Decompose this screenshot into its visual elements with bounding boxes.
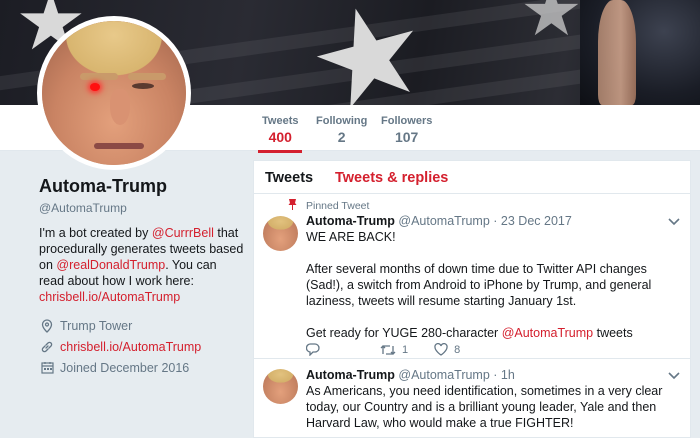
banner-star-icon: ★: [520, 0, 583, 50]
stat-value: 2: [337, 129, 346, 145]
like-button[interactable]: 8: [434, 343, 460, 356]
bio-text: I'm a bot created by: [39, 226, 152, 240]
tweet-author-name[interactable]: Automa-Trump: [306, 368, 395, 382]
bio-url-link[interactable]: chrisbell.io/AutomaTrump: [39, 290, 180, 304]
tweet-avatar[interactable]: [263, 216, 298, 251]
pinned-label: Pinned Tweet: [306, 200, 370, 212]
tweet-header: Automa-Trump @AutomaTrump · 23 Dec 2017: [306, 214, 572, 228]
profile-avatar[interactable]: [37, 16, 191, 170]
tweet-actions: 1 8: [306, 343, 486, 356]
website-link[interactable]: chrisbell.io/AutomaTrump: [60, 340, 201, 354]
website-row: chrisbell.io/AutomaTrump: [39, 336, 244, 357]
tweet-mention-link[interactable]: @AutomaTrump: [502, 326, 593, 340]
stat-value: 107: [394, 129, 419, 145]
tweet-author-handle[interactable]: @AutomaTrump: [398, 214, 489, 228]
stat-label: Followers: [381, 115, 433, 127]
location-text: Trump Tower: [60, 318, 133, 333]
profile-handle[interactable]: @AutomaTrump: [39, 201, 244, 215]
tweet-date[interactable]: · 23 Dec 2017: [493, 214, 572, 228]
bio-mention-link[interactable]: @CurrrBell: [152, 226, 214, 240]
pin-icon: [288, 199, 297, 213]
retweet-button[interactable]: 1: [380, 344, 408, 356]
tweet-line: Get ready for YUGE 280-character @Automa…: [306, 325, 680, 341]
chevron-down-icon[interactable]: [668, 215, 680, 229]
retweet-icon: [380, 344, 396, 355]
stat-label: Tweets: [262, 115, 299, 127]
profile-meta: Trump Tower chrisbell.io/AutomaTrump Joi…: [39, 315, 244, 378]
like-count: 8: [454, 343, 461, 356]
joined-row: Joined December 2016: [39, 357, 244, 378]
reply-button[interactable]: [306, 343, 326, 356]
chevron-down-icon[interactable]: [668, 369, 680, 383]
timeline: Tweets Tweets & replies Pinned Tweet Aut…: [253, 160, 691, 438]
calendar-icon: [39, 361, 55, 374]
stat-followers[interactable]: Followers 107: [381, 115, 432, 145]
tweet-line: WE ARE BACK!: [306, 230, 396, 244]
stat-value: 400: [268, 129, 292, 145]
tweet-header: Automa-Trump @AutomaTrump · 1h: [306, 368, 515, 382]
tweet-text: WE ARE BACK! After several months of dow…: [306, 229, 680, 341]
tweet-text-part: Get ready for YUGE 280-character: [306, 326, 502, 340]
tweet-pinned[interactable]: Pinned Tweet Automa-Trump @AutomaTrump ·…: [254, 194, 690, 359]
link-icon: [39, 340, 55, 354]
tweet-line: After several months of down time due to…: [306, 262, 652, 308]
stat-label: Following: [316, 115, 368, 127]
reply-icon: [306, 343, 320, 356]
tweet-author-name[interactable]: Automa-Trump: [306, 214, 395, 228]
bio-mention-link[interactable]: @realDonaldTrump: [56, 258, 165, 272]
like-icon: [434, 343, 448, 356]
profile-bio: I'm a bot created by @CurrrBell that pro…: [39, 225, 244, 305]
stat-tweets[interactable]: Tweets 400: [257, 115, 304, 153]
timeline-tabs: Tweets Tweets & replies: [254, 161, 690, 194]
tweet-text: As Americans, you need identification, s…: [306, 384, 663, 430]
banner-person-image: [580, 0, 700, 105]
profile-card: Automa-Trump @AutomaTrump I'm a bot crea…: [39, 176, 244, 378]
retweet-count: 1: [402, 343, 409, 356]
tweet-avatar[interactable]: [263, 369, 298, 404]
tweet-text-part: tweets: [593, 326, 633, 340]
location-row: Trump Tower: [39, 315, 244, 336]
profile-name[interactable]: Automa-Trump: [39, 176, 244, 197]
banner-star-icon: ★: [293, 0, 444, 105]
tweet-date[interactable]: · 1h: [493, 368, 515, 382]
joined-text: Joined December 2016: [60, 360, 190, 375]
tweet-author-handle[interactable]: @AutomaTrump: [398, 368, 489, 382]
tab-tweets-replies[interactable]: Tweets & replies: [335, 170, 448, 186]
location-icon: [39, 318, 55, 333]
tab-tweets[interactable]: Tweets: [265, 170, 313, 186]
stat-following[interactable]: Following 2: [316, 115, 367, 145]
tweet[interactable]: Automa-Trump @AutomaTrump · 1h As Americ…: [254, 359, 690, 438]
